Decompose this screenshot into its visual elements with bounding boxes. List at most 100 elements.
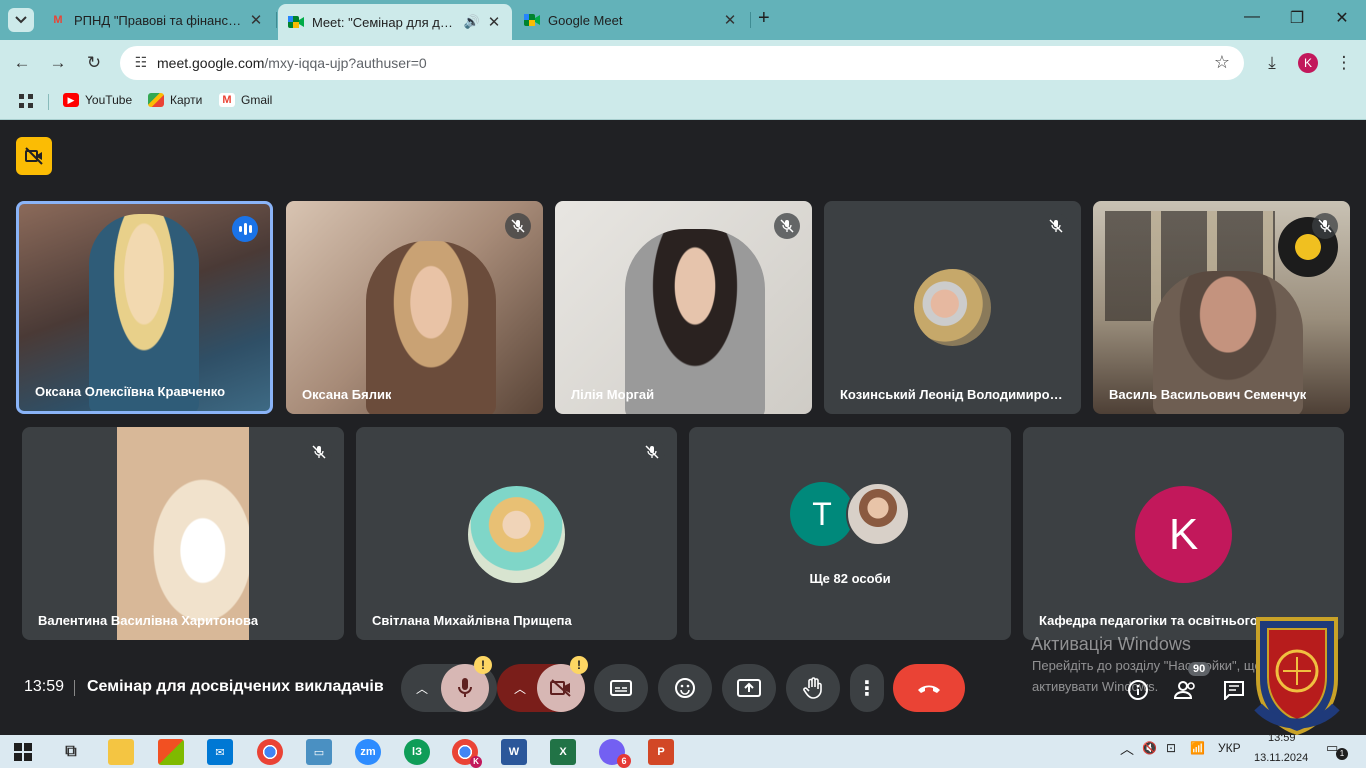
bookmark-label: YouTube: [85, 93, 133, 107]
activation-watermark-line: Перейдіть до розділу "Настройки", щоб: [1032, 658, 1270, 673]
tab-gmail[interactable]: M РПНД "Правові та фінансово- ✕: [40, 6, 274, 34]
mail-icon[interactable]: ✉: [207, 739, 233, 765]
mic-off-icon: [1312, 213, 1338, 239]
classroom-icon[interactable]: lЗ: [404, 739, 430, 765]
captions-button[interactable]: [594, 664, 648, 712]
participant-name: Козинський Леонід Володимирович: [840, 387, 1070, 402]
network-icon[interactable]: 📶: [1190, 741, 1205, 755]
mic-off-icon: [639, 439, 665, 465]
meet-icon: [288, 14, 304, 30]
bookmarks-bar: ▶ YouTube Карти M Gmail: [0, 86, 1366, 120]
task-view-icon[interactable]: ⧉: [58, 739, 84, 765]
restore-button[interactable]: ❐: [1285, 8, 1309, 28]
tab-divider: [276, 12, 277, 28]
reload-button[interactable]: ↻: [82, 52, 106, 76]
volume-muted-icon[interactable]: 🔇: [1142, 741, 1157, 755]
chevron-up-icon: ︿: [514, 681, 527, 696]
close-window-button[interactable]: ✕: [1330, 8, 1354, 28]
site-settings-icon[interactable]: ☷: [132, 54, 150, 72]
tray-date[interactable]: 13.11.2024: [1254, 752, 1308, 764]
forward-button[interactable]: →: [46, 52, 70, 76]
mic-off-icon: [1043, 213, 1069, 239]
back-button[interactable]: ←: [10, 52, 34, 76]
tab-google-meet[interactable]: Google Meet ✕: [514, 6, 748, 34]
raise-hand-button[interactable]: [786, 664, 840, 712]
mic-off-icon: [306, 439, 332, 465]
viber-icon[interactable]: 6: [599, 739, 631, 768]
close-icon[interactable]: ✕: [722, 11, 738, 29]
camera-toggle-button[interactable]: !: [537, 656, 588, 712]
download-icon[interactable]: ⤓: [1260, 52, 1284, 76]
participant-tile[interactable]: Світлана Михайлівна Прищепа: [356, 427, 677, 640]
chrome-profile-icon[interactable]: K: [452, 739, 482, 768]
keyboard-language[interactable]: УКР: [1218, 741, 1241, 755]
video-off-icon: [25, 147, 43, 165]
maps-icon: [148, 93, 164, 107]
bookmark-label: Gmail: [241, 93, 273, 107]
participant-name: Василь Васильович Семенчук: [1109, 387, 1307, 402]
participant-video: [117, 427, 249, 640]
bookmark-maps[interactable]: Карти: [148, 93, 202, 107]
bookmark-divider: [48, 94, 49, 110]
camera-tray-icon[interactable]: ⊡: [1166, 741, 1176, 755]
address-bar[interactable]: ☷ meet.google.com/mxy-iqqa-ujp?authuser=…: [120, 46, 1244, 80]
close-icon[interactable]: ✕: [486, 13, 502, 31]
speaker-icon[interactable]: 🔊: [464, 14, 480, 30]
notifications-icon[interactable]: ▭ 1: [1326, 740, 1348, 762]
captions-icon: [610, 680, 632, 696]
participant-name: Оксана Бялик: [302, 387, 392, 402]
mic-toggle-button[interactable]: !: [441, 656, 492, 712]
participant-tile[interactable]: Козинський Леонід Володимирович: [824, 201, 1081, 414]
others-tile[interactable]: T Ще 82 особи: [689, 427, 1011, 640]
browser-tab-strip: M РПНД "Правові та фінансово- ✕ Meet: "С…: [0, 0, 1366, 40]
chevron-up-icon: ︿: [416, 681, 429, 696]
windows-logo-icon: [14, 743, 32, 761]
minimize-button[interactable]: —: [1240, 8, 1264, 26]
new-tab-button[interactable]: +: [758, 7, 770, 30]
meeting-title: Семінар для досвідчених викладачів: [87, 678, 384, 695]
reactions-button[interactable]: [658, 664, 712, 712]
start-button[interactable]: [10, 739, 36, 765]
participant-tile[interactable]: Лілія Моргай: [555, 201, 812, 414]
mic-off-icon: [774, 213, 800, 239]
participant-tile[interactable]: Оксана Олексіївна Кравченко: [16, 201, 273, 414]
emoji-icon: [675, 678, 695, 698]
tray-chevron-icon[interactable]: ︿: [1120, 739, 1134, 759]
bookmark-label: Карти: [170, 93, 203, 107]
tab-meet-seminar[interactable]: Meet: "Семінар для досвідч 🔊 ✕: [278, 4, 512, 40]
apps-grid-icon[interactable]: [18, 93, 34, 109]
store-icon[interactable]: [158, 739, 184, 765]
bookmark-youtube[interactable]: ▶ YouTube: [63, 93, 132, 107]
url-path: /mxy-iqqa-ujp?authuser=0: [264, 55, 427, 71]
powerpoint-icon[interactable]: P: [648, 739, 674, 765]
kebab-menu-icon: ⋮: [857, 677, 877, 700]
meeting-details-button[interactable]: [1124, 676, 1152, 704]
menu-kebab-icon[interactable]: ⋮: [1332, 52, 1356, 76]
chrome-icon[interactable]: [257, 739, 283, 765]
notification-count: 1: [1336, 748, 1348, 760]
participant-tile[interactable]: Оксана Бялик: [286, 201, 543, 414]
participant-name: Оксана Олексіївна Кравченко: [35, 384, 226, 399]
computer-icon[interactable]: ▭: [306, 739, 332, 765]
profile-avatar[interactable]: K: [1298, 53, 1318, 73]
file-explorer-icon[interactable]: [108, 739, 134, 765]
camera-warning-badge: !: [570, 656, 588, 674]
zoom-icon[interactable]: zm: [355, 739, 381, 765]
leave-call-button[interactable]: [893, 664, 965, 712]
bookmark-star-icon[interactable]: ☆: [1214, 52, 1230, 73]
mic-icon: [458, 678, 472, 697]
present-screen-button[interactable]: [722, 664, 776, 712]
excel-icon[interactable]: X: [550, 739, 576, 765]
tab-search-button[interactable]: [8, 8, 34, 32]
camera-off-warning-button[interactable]: [16, 137, 52, 175]
meet-icon: [524, 12, 540, 28]
tray-time[interactable]: 13:59: [1268, 732, 1296, 744]
people-button[interactable]: 90: [1172, 662, 1211, 704]
bookmark-gmail[interactable]: M Gmail: [219, 93, 272, 107]
participant-tile[interactable]: Валентина Василівна Харитонова: [22, 427, 344, 640]
word-icon[interactable]: W: [501, 739, 527, 765]
more-options-button[interactable]: ⋮: [850, 664, 884, 712]
participant-tile[interactable]: Василь Васильович Семенчук: [1093, 201, 1350, 414]
browser-toolbar: ← → ↻ ☷ meet.google.com/mxy-iqqa-ujp?aut…: [0, 40, 1366, 86]
close-icon[interactable]: ✕: [248, 11, 264, 29]
